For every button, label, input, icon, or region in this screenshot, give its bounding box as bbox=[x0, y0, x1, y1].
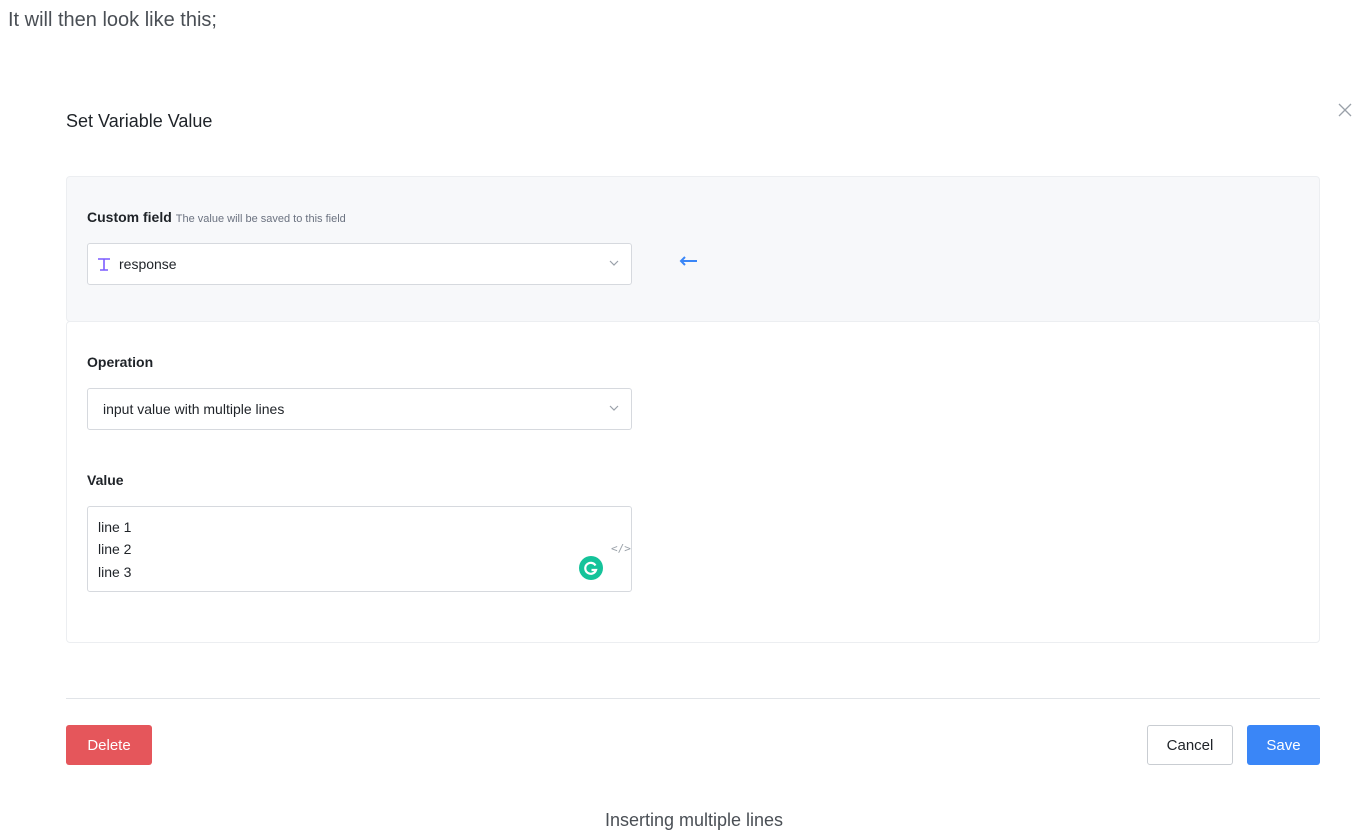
close-icon[interactable] bbox=[1338, 100, 1352, 122]
custom-field-value: response bbox=[119, 256, 177, 272]
arrow-left-icon bbox=[679, 254, 699, 268]
custom-field-select[interactable]: response bbox=[87, 243, 632, 285]
operation-select[interactable]: input value with multiple lines bbox=[87, 388, 632, 430]
modal-title: Set Variable Value bbox=[66, 111, 213, 131]
save-button[interactable]: Save bbox=[1247, 725, 1320, 765]
chevron-down-icon bbox=[609, 258, 619, 268]
value-textarea[interactable]: line 1 line 2 line 3 </> bbox=[87, 506, 632, 592]
grammarly-icon[interactable] bbox=[579, 556, 603, 580]
footer-divider bbox=[66, 698, 1320, 699]
value-line: line 1 bbox=[98, 519, 132, 535]
caption: Inserting multiple lines bbox=[604, 810, 784, 830]
custom-field-label: Custom field bbox=[87, 209, 172, 225]
operation-value: input value with multiple lines bbox=[103, 401, 285, 417]
cancel-button[interactable]: Cancel bbox=[1147, 725, 1233, 765]
custom-field-label-row: Custom field The value will be saved to t… bbox=[87, 209, 346, 225]
value-line: line 2 bbox=[98, 541, 132, 557]
operation-panel bbox=[66, 321, 1320, 643]
text-type-icon bbox=[97, 255, 111, 273]
code-icon[interactable]: </> bbox=[611, 542, 631, 555]
value-label: Value bbox=[87, 472, 124, 488]
intro-text: It will then look like this; bbox=[8, 9, 217, 31]
chevron-down-icon bbox=[609, 403, 619, 413]
operation-label: Operation bbox=[87, 354, 154, 370]
value-line: line 3 bbox=[98, 564, 132, 580]
delete-button[interactable]: Delete bbox=[66, 725, 152, 765]
custom-field-hint: The value will be saved to this field bbox=[175, 213, 346, 225]
